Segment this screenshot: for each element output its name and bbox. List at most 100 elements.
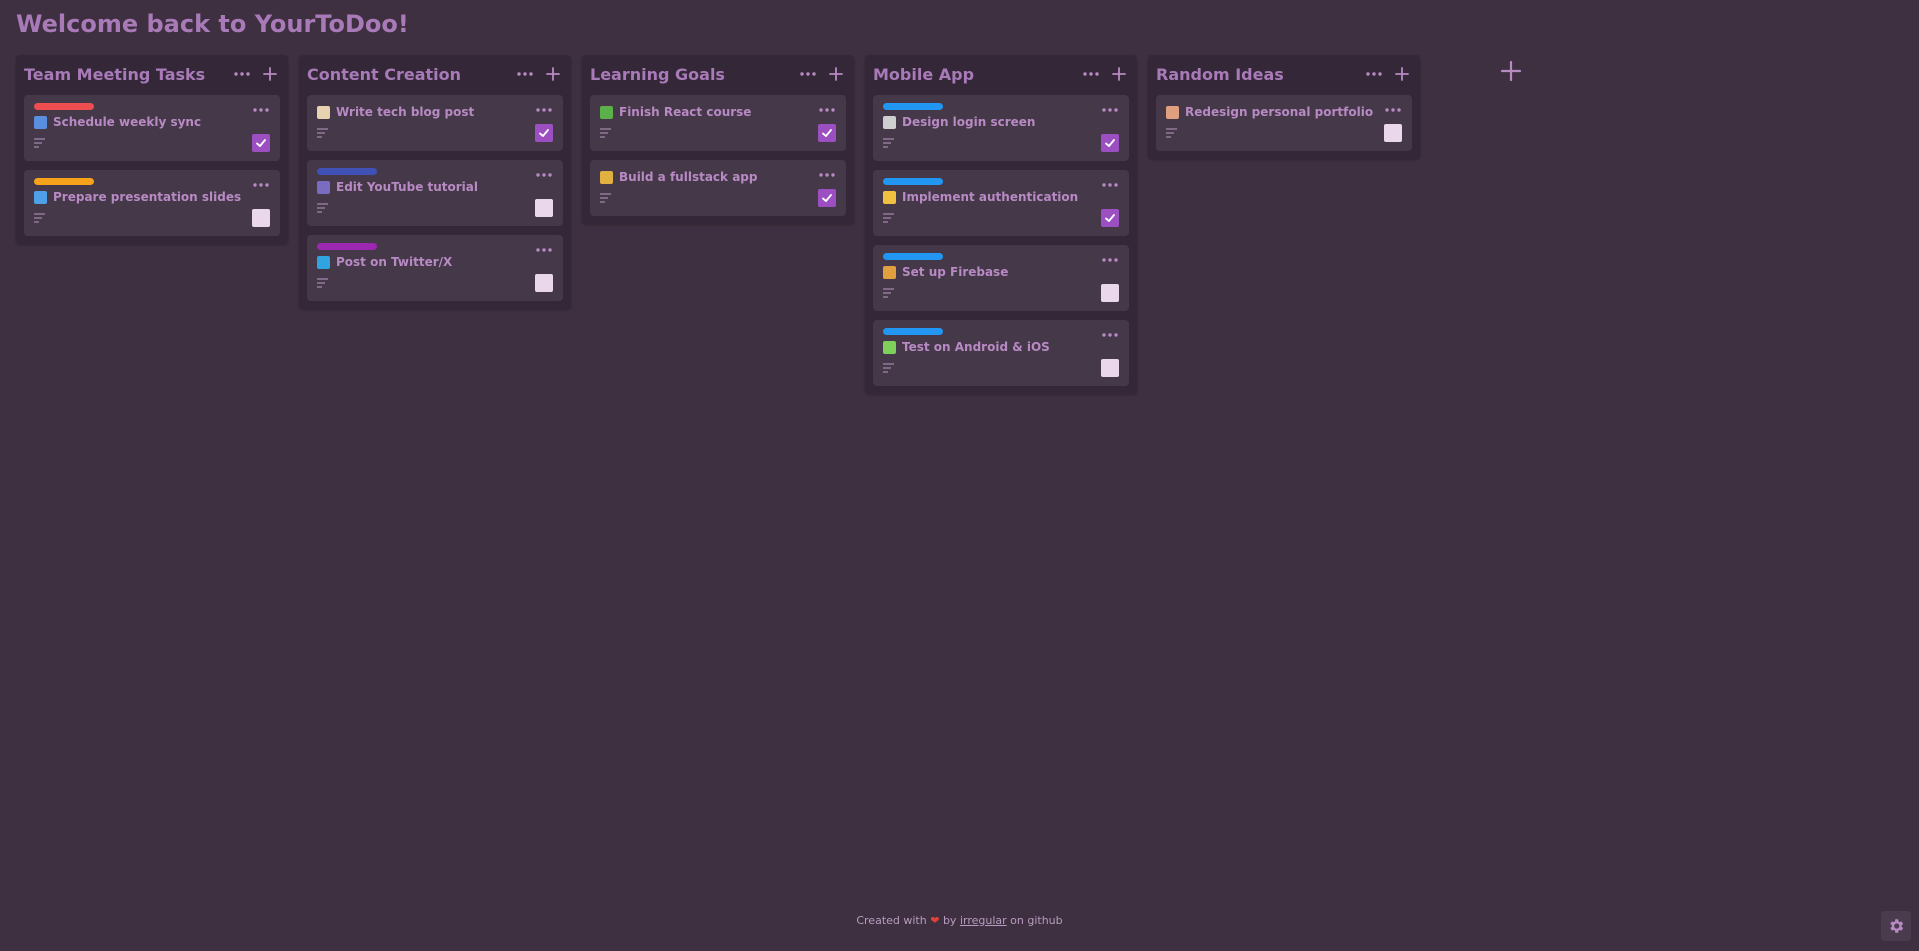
- task-card[interactable]: Finish React course: [590, 95, 846, 151]
- column-menu-button[interactable]: [1364, 64, 1384, 84]
- card-header: Design login screen: [883, 113, 1119, 131]
- completed-checkbox[interactable]: [252, 209, 270, 227]
- more-horizontal-icon: [800, 72, 816, 76]
- description-icon: [34, 138, 45, 148]
- card-title: Schedule weekly sync: [53, 115, 202, 129]
- add-card-button[interactable]: [543, 64, 563, 84]
- card-menu-button[interactable]: [252, 103, 270, 117]
- column: Learning Goals Finish React course Build a…: [582, 55, 854, 224]
- card-menu-button[interactable]: [1101, 253, 1119, 267]
- card-list: Schedule weekly sync Prepare presentation…: [24, 95, 280, 236]
- card-menu-button[interactable]: [535, 168, 553, 182]
- add-card-button[interactable]: [826, 64, 846, 84]
- column: Mobile App Design login screen Implement a…: [865, 55, 1137, 394]
- card-title: Redesign personal portfolio: [1185, 105, 1374, 119]
- completed-checkbox[interactable]: [535, 199, 553, 217]
- task-card[interactable]: Schedule weekly sync: [24, 95, 280, 161]
- add-column-button[interactable]: [1500, 60, 1522, 82]
- footer-suffix: on github: [1010, 914, 1063, 927]
- task-card[interactable]: Design login screen: [873, 95, 1129, 161]
- task-card[interactable]: Redesign personal portfolio: [1156, 95, 1412, 151]
- column-title: Learning Goals: [590, 64, 725, 84]
- more-horizontal-icon: [1366, 72, 1382, 76]
- card-menu-button[interactable]: [1101, 178, 1119, 192]
- completed-checkbox[interactable]: [252, 134, 270, 152]
- task-card[interactable]: Edit YouTube tutorial: [307, 160, 563, 226]
- author-link[interactable]: irregular: [960, 914, 1007, 927]
- completed-checkbox[interactable]: [1101, 134, 1119, 152]
- task-card[interactable]: Set up Firebase: [873, 245, 1129, 311]
- completed-checkbox[interactable]: [818, 124, 836, 142]
- checkmark-icon: [1105, 139, 1115, 147]
- footer-prefix: Created with: [856, 914, 927, 927]
- card-header: Redesign personal portfolio: [1166, 103, 1402, 121]
- completed-checkbox[interactable]: [1384, 124, 1402, 142]
- description-icon: [1166, 128, 1177, 138]
- task-card[interactable]: Test on Android & iOS: [873, 320, 1129, 386]
- checkmark-icon: [539, 129, 549, 137]
- label-bar: [34, 178, 94, 185]
- card-footer: [34, 133, 270, 153]
- description-icon: [600, 193, 611, 203]
- column-menu-button[interactable]: [515, 64, 535, 84]
- more-horizontal-icon: [536, 108, 552, 112]
- card-footer: [883, 133, 1119, 153]
- label-bar: [883, 178, 943, 185]
- card-menu-button[interactable]: [535, 243, 553, 257]
- description-icon: [317, 128, 328, 138]
- column-menu-button[interactable]: [1081, 64, 1101, 84]
- card-menu-button[interactable]: [818, 103, 836, 117]
- card-menu-button[interactable]: [1384, 103, 1402, 117]
- task-card[interactable]: Prepare presentation slides: [24, 170, 280, 236]
- label-bar: [34, 103, 94, 110]
- card-menu-button[interactable]: [818, 168, 836, 182]
- card-footer: [317, 123, 553, 143]
- column-menu-button[interactable]: [798, 64, 818, 84]
- card-header: Test on Android & iOS: [883, 338, 1119, 356]
- completed-checkbox[interactable]: [1101, 284, 1119, 302]
- settings-button[interactable]: [1881, 911, 1911, 941]
- plus-icon: [263, 67, 277, 81]
- task-card[interactable]: Post on Twitter/X: [307, 235, 563, 301]
- completed-checkbox[interactable]: [1101, 209, 1119, 227]
- card-title: Build a fullstack app: [619, 170, 758, 184]
- description-icon: [317, 278, 328, 288]
- books-icon: [600, 105, 613, 119]
- plus-icon: [546, 67, 560, 81]
- column-header: Learning Goals: [590, 61, 846, 87]
- memo-icon: [317, 105, 330, 119]
- add-card-button[interactable]: [1109, 64, 1129, 84]
- more-horizontal-icon: [1102, 258, 1118, 262]
- card-header: Prepare presentation slides: [34, 188, 270, 206]
- card-footer: [1166, 123, 1402, 143]
- card-menu-button[interactable]: [1101, 103, 1119, 117]
- completed-checkbox[interactable]: [818, 189, 836, 207]
- test-tube-icon: [883, 340, 896, 354]
- checkmark-icon: [822, 129, 832, 137]
- completed-checkbox[interactable]: [535, 124, 553, 142]
- task-card[interactable]: Write tech blog post: [307, 95, 563, 151]
- column-menu-button[interactable]: [232, 64, 252, 84]
- task-card[interactable]: Implement authentication: [873, 170, 1129, 236]
- label-bar: [883, 253, 943, 260]
- column: Random Ideas Redesign personal portfolio: [1148, 55, 1420, 159]
- checkmark-icon: [256, 139, 266, 147]
- task-card[interactable]: Build a fullstack app: [590, 160, 846, 216]
- more-horizontal-icon: [1102, 183, 1118, 187]
- film-icon: [317, 180, 330, 194]
- add-card-button[interactable]: [260, 64, 280, 84]
- card-header: Implement authentication: [883, 188, 1119, 206]
- card-menu-button[interactable]: [1101, 328, 1119, 342]
- plus-icon: [1112, 67, 1126, 81]
- board: Team Meeting Tasks Schedule weekly sync Pr…: [16, 55, 1420, 394]
- card-menu-button[interactable]: [535, 103, 553, 117]
- card-title: Write tech blog post: [336, 105, 475, 119]
- completed-checkbox[interactable]: [1101, 359, 1119, 377]
- add-card-button[interactable]: [1392, 64, 1412, 84]
- card-list: Write tech blog post Edit YouTube tutoria…: [307, 95, 563, 301]
- completed-checkbox[interactable]: [535, 274, 553, 292]
- more-horizontal-icon: [1083, 72, 1099, 76]
- card-menu-button[interactable]: [252, 178, 270, 192]
- description-icon: [883, 288, 894, 298]
- description-icon: [883, 363, 894, 373]
